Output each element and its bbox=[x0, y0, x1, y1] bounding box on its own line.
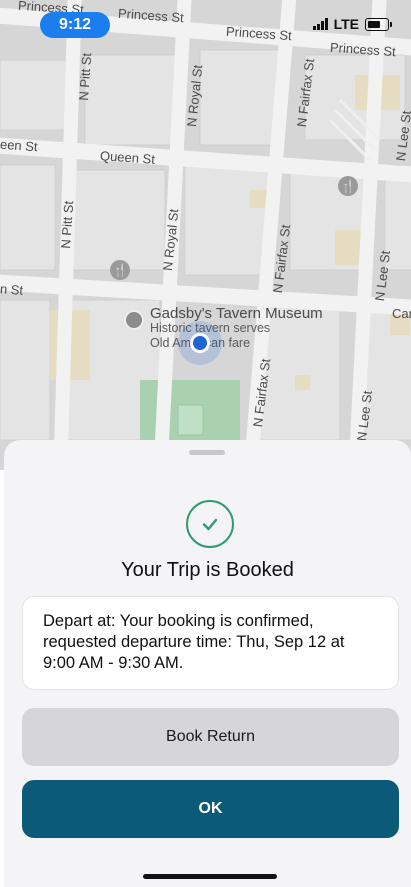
booking-confirmation-sheet: Your Trip is Booked Depart at: Your book… bbox=[4, 440, 411, 887]
street-label: een St bbox=[0, 136, 39, 155]
poi-description: Historic tavern serves Old American fare bbox=[150, 321, 270, 351]
status-indicators: LTE bbox=[312, 16, 392, 32]
map-view[interactable]: Princess St Princess St Princess St Prin… bbox=[0, 0, 411, 470]
poi-title[interactable]: Gadsby's Tavern Museum bbox=[150, 305, 323, 322]
battery-icon bbox=[365, 17, 392, 31]
booking-message: Depart at: Your booking is confirmed, re… bbox=[43, 612, 345, 672]
booking-message-card: Depart at: Your booking is confirmed, re… bbox=[22, 596, 399, 690]
street-label: n St bbox=[0, 281, 24, 298]
poi-desc-line: Historic tavern serves bbox=[150, 321, 271, 335]
signal-icon bbox=[312, 18, 328, 30]
poi-desc-line: Old American fare bbox=[150, 336, 251, 350]
sheet-drag-handle[interactable] bbox=[189, 450, 225, 455]
book-return-button[interactable]: Book Return bbox=[22, 708, 399, 766]
street-label: Cam bbox=[392, 306, 411, 321]
museum-pin-icon[interactable] bbox=[124, 310, 144, 330]
restaurant-icon[interactable]: 🍴 bbox=[338, 176, 358, 196]
checkmark-icon bbox=[186, 500, 234, 548]
confirmation-title: Your Trip is Booked bbox=[121, 559, 294, 581]
status-time: 9:12 bbox=[40, 12, 110, 38]
current-location-icon bbox=[190, 333, 210, 353]
network-type: LTE bbox=[333, 16, 359, 32]
home-indicator bbox=[143, 874, 277, 879]
restaurant-icon[interactable]: 🍴 bbox=[110, 260, 130, 280]
ok-button[interactable]: OK bbox=[22, 780, 399, 838]
